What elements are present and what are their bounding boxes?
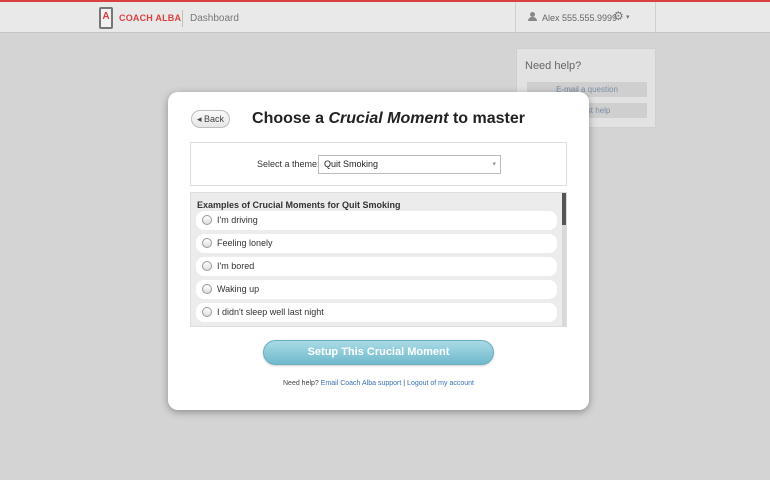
scrollbar-thumb[interactable] (562, 193, 566, 225)
moment-option[interactable]: I didn't sleep well last night (196, 303, 557, 322)
theme-select[interactable]: Quit Smoking ▾ (318, 155, 501, 174)
moment-option-label: I'm driving (217, 215, 258, 225)
radio-button[interactable] (202, 307, 212, 317)
title-prefix: Choose a (252, 110, 325, 127)
theme-selector-box: Select a theme: Quit Smoking ▾ (190, 142, 567, 186)
examples-title: Examples of Crucial Moments for Quit Smo… (197, 200, 401, 210)
title-suffix: to master (452, 110, 525, 127)
modal-title: Choose a Crucial Moment to master (168, 110, 589, 128)
user-menu[interactable]: Alex 555.555.9999 ⚙ ▾ (515, 2, 656, 33)
nav-item-dashboard[interactable]: Dashboard (190, 13, 239, 24)
moment-option-label: Waking up (217, 284, 260, 294)
chevron-down-icon: ▾ (492, 161, 496, 168)
footer-separator: | (403, 380, 406, 387)
brand-name[interactable]: COACH ALBA (119, 13, 181, 23)
moment-option[interactable]: Feeling lonely (196, 234, 557, 253)
logout-link[interactable]: Logout of my account (407, 380, 474, 387)
moment-option[interactable]: I'm driving (196, 211, 557, 230)
radio-button[interactable] (202, 238, 212, 248)
chevron-down-icon[interactable]: ▾ (626, 13, 630, 21)
choose-crucial-moment-modal: Choose a Crucial Moment to master ◂ Back… (168, 92, 589, 410)
footer-help-prefix: Need help? (283, 380, 319, 387)
setup-crucial-moment-button[interactable]: Setup This Crucial Moment (263, 340, 494, 365)
radio-button[interactable] (202, 261, 212, 271)
back-button[interactable]: ◂ Back (191, 110, 230, 128)
user-name-phone: Alex 555.555.9999 (542, 13, 618, 23)
theme-label: Select a theme: (257, 159, 320, 169)
user-icon (528, 12, 537, 21)
help-panel-title: Need help? (525, 60, 582, 72)
logo-glyph: A (102, 11, 110, 22)
gear-icon[interactable]: ⚙ (613, 10, 624, 22)
coach-alba-phone-logo-icon[interactable]: A (99, 7, 113, 29)
moment-option[interactable]: I'm bored (196, 257, 557, 276)
email-support-link[interactable]: Email Coach Alba support (321, 380, 402, 387)
radio-button[interactable] (202, 215, 212, 225)
moment-option-label: Feeling lonely (217, 238, 273, 248)
scrollbar[interactable] (562, 193, 566, 326)
theme-select-value: Quit Smoking (324, 159, 379, 169)
top-navigation-bar: A COACH ALBA Dashboard Alex 555.555.9999… (0, 0, 770, 33)
moment-option[interactable]: Waking up (196, 280, 557, 299)
footer-help: Need help? Email Coach Alba support | Lo… (168, 380, 589, 387)
moment-option-label: I'm bored (217, 261, 255, 271)
title-emphasis: Crucial Moment (328, 110, 449, 127)
examples-list: Examples of Crucial Moments for Quit Smo… (190, 192, 567, 327)
radio-button[interactable] (202, 284, 212, 294)
moment-option-label: I didn't sleep well last night (217, 307, 324, 317)
brand-divider (182, 10, 183, 27)
